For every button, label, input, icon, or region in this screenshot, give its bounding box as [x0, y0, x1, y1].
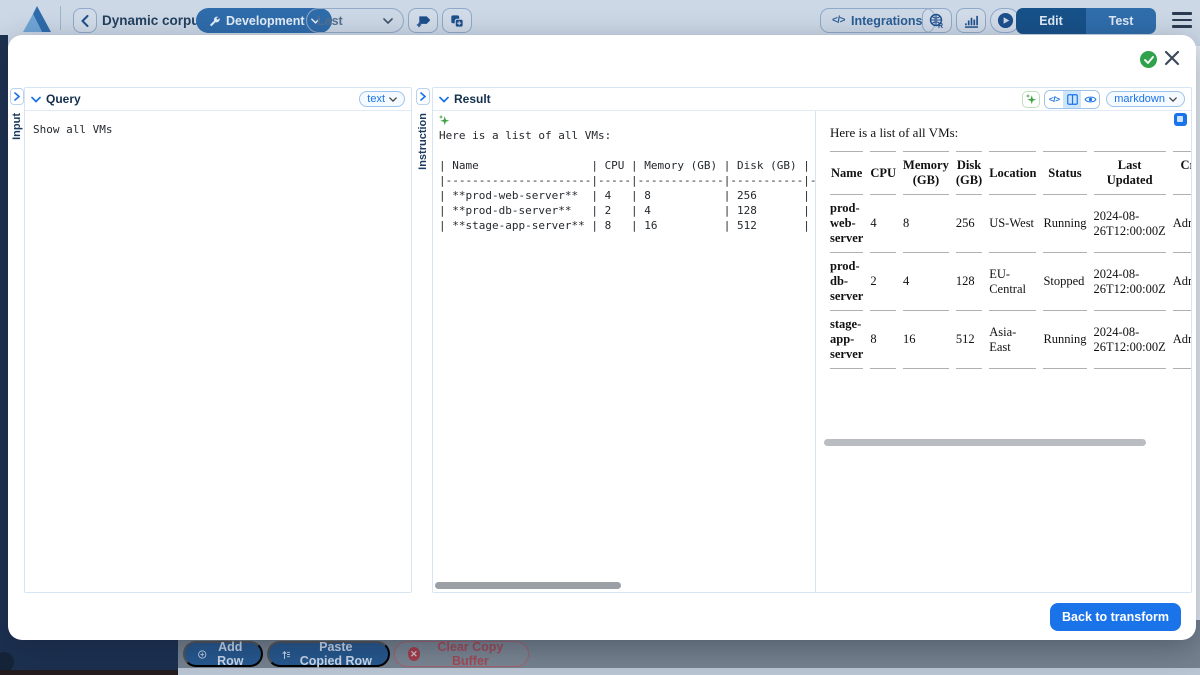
edit-test-toggle: Edit Test — [1016, 8, 1156, 34]
success-status-icon — [1140, 51, 1157, 68]
test-tab[interactable]: Test — [1086, 8, 1156, 34]
duplicate-button[interactable] — [442, 8, 472, 33]
copy-result-button[interactable] — [1174, 113, 1187, 126]
code-view-button[interactable]: </> — [1045, 91, 1063, 108]
x-circle-icon: ✕ — [408, 647, 420, 661]
result-panel: Result </> — [432, 87, 1192, 593]
result-format-dropdown[interactable]: markdown — [1106, 91, 1185, 107]
raw-horizontal-scrollbar[interactable] — [435, 582, 621, 589]
chevron-left-icon — [83, 16, 88, 26]
back-button[interactable] — [73, 8, 97, 33]
bottom-status-strip — [178, 668, 1200, 675]
back-to-transform-button[interactable]: Back to transform — [1050, 603, 1181, 631]
transform-preview-modal: Input Query text Show all VMs Instructio… — [8, 35, 1196, 640]
integrations-label: Integrations — [851, 14, 923, 28]
bar-chart-icon — [964, 14, 979, 28]
analytics-button[interactable] — [956, 8, 986, 33]
tag-plus-icon — [416, 14, 430, 28]
query-panel-title: Query — [46, 92, 81, 106]
svg-text:R: R — [938, 23, 943, 29]
input-strip: Input — [8, 87, 25, 593]
menu-button[interactable] — [1172, 12, 1192, 28]
wrench-icon — [208, 15, 220, 27]
paste-arrow-icon — [282, 648, 291, 661]
chevron-right-icon — [420, 92, 426, 101]
code-icon: </> — [832, 15, 845, 26]
collapse-chevron-icon[interactable] — [31, 96, 41, 103]
input-section-label: Input — [11, 113, 23, 140]
ai-generate-button[interactable] — [1022, 91, 1040, 108]
paste-copied-row-button[interactable]: Paste Copied Row — [267, 641, 390, 667]
close-icon — [1164, 50, 1180, 66]
preview-view-button[interactable] — [1081, 91, 1099, 108]
vm-table-header-row: Name CPU Memory (GB) Disk (GB) Location … — [830, 151, 1191, 195]
topbar-divider — [60, 6, 61, 30]
split-columns-icon — [1067, 94, 1078, 105]
close-button[interactable] — [1164, 50, 1182, 68]
chevron-down-icon — [389, 97, 397, 102]
table-row: prod-web-server 4 8 256 US-West Running … — [830, 195, 1191, 253]
sparkle-icon — [438, 114, 450, 126]
language-button[interactable]: R — [922, 8, 952, 33]
version-label: Last — [317, 14, 343, 28]
result-raw-text: Here is a list of all VMs: | Name | CPU … — [433, 111, 815, 233]
result-panel-title: Result — [454, 92, 491, 106]
query-format-dropdown[interactable]: text — [359, 91, 405, 107]
expand-input-button[interactable] — [10, 88, 24, 105]
table-row: prod-db-server 2 4 128 EU-Central Stoppe… — [830, 253, 1191, 311]
chevron-down-icon — [383, 18, 393, 24]
corpus-title: Dynamic corpus — [102, 13, 207, 28]
environment-label: Development — [226, 14, 305, 28]
query-panel: Query text Show all VMs — [24, 87, 412, 593]
eye-icon — [1084, 95, 1097, 104]
chevron-right-icon — [14, 92, 20, 101]
copy-plus-icon — [450, 14, 464, 28]
tag-add-button[interactable] — [408, 8, 438, 33]
hamburger-icon — [1172, 12, 1192, 15]
split-view-button[interactable] — [1063, 91, 1081, 108]
rendered-horizontal-scrollbar[interactable] — [824, 439, 1146, 446]
integrations-button[interactable]: </> Integrations — [820, 8, 935, 33]
clear-copy-buffer-button[interactable]: ✕ Clear Copy Buffer — [394, 641, 529, 667]
instruction-strip: Instruction — [414, 87, 431, 593]
result-raw-view[interactable]: Here is a list of all VMs: | Name | CPU … — [433, 111, 816, 592]
result-panel-header: Result </> — [433, 88, 1191, 111]
app-logo-icon — [22, 5, 52, 33]
query-text[interactable]: Show all VMs — [25, 111, 411, 148]
edit-tab[interactable]: Edit — [1016, 8, 1086, 34]
result-view-toggle: </> — [1044, 90, 1100, 109]
chevron-down-icon — [1169, 97, 1177, 102]
query-panel-header: Query text — [25, 88, 411, 111]
code-icon: </> — [1049, 94, 1060, 104]
vm-table: Name CPU Memory (GB) Disk (GB) Location … — [823, 151, 1191, 369]
collapse-chevron-icon[interactable] — [439, 96, 449, 103]
version-dropdown[interactable]: Last — [306, 8, 404, 33]
table-row: stage-app-server 8 16 512 Asia-East Runn… — [830, 311, 1191, 369]
rendered-heading: Here is a list of all VMs: — [830, 125, 1191, 141]
add-row-button[interactable]: Add Row — [183, 641, 263, 667]
expand-instruction-button[interactable] — [416, 88, 430, 105]
plus-circle-icon — [198, 648, 207, 661]
sparkle-icon — [1025, 93, 1037, 105]
bottom-edge — [0, 670, 178, 675]
globe-icon: R — [929, 13, 945, 29]
left-sidebar-edge — [0, 35, 8, 675]
play-icon — [997, 12, 1014, 29]
result-rendered-view: Here is a list of all VMs: Name CPU Memo… — [816, 111, 1191, 592]
instruction-section-label: Instruction — [417, 113, 429, 170]
